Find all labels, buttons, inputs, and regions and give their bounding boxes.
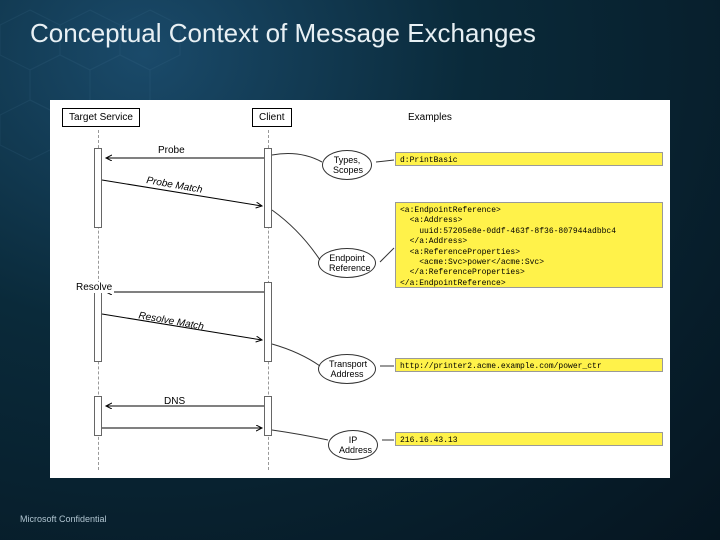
label-ip-address: IP Address: [328, 430, 378, 460]
diagram-container: Target Service Client Probe Probe Match …: [50, 100, 670, 478]
footer-confidential: Microsoft Confidential: [20, 514, 107, 524]
example-types: d:PrintBasic: [395, 152, 663, 166]
example-transport: http://printer2.acme.example.com/power_c…: [395, 358, 663, 372]
label-endpoint-reference: Endpoint Reference: [318, 248, 376, 278]
message-probe: Probe: [158, 145, 185, 156]
message-resolve: Resolve: [74, 282, 114, 293]
slide-title: Conceptual Context of Message Exchanges: [30, 18, 536, 49]
label-transport-address: Transport Address: [318, 354, 376, 384]
example-ip: 216.16.43.13: [395, 432, 663, 446]
message-dns: DNS: [164, 396, 185, 407]
sequence-diagram: Target Service Client Probe Probe Match …: [50, 100, 670, 478]
examples-header: Examples: [408, 112, 452, 123]
example-endpoint: <a:EndpointReference> <a:Address> uuid:5…: [395, 202, 663, 288]
label-types-scopes: Types, Scopes: [322, 150, 372, 180]
